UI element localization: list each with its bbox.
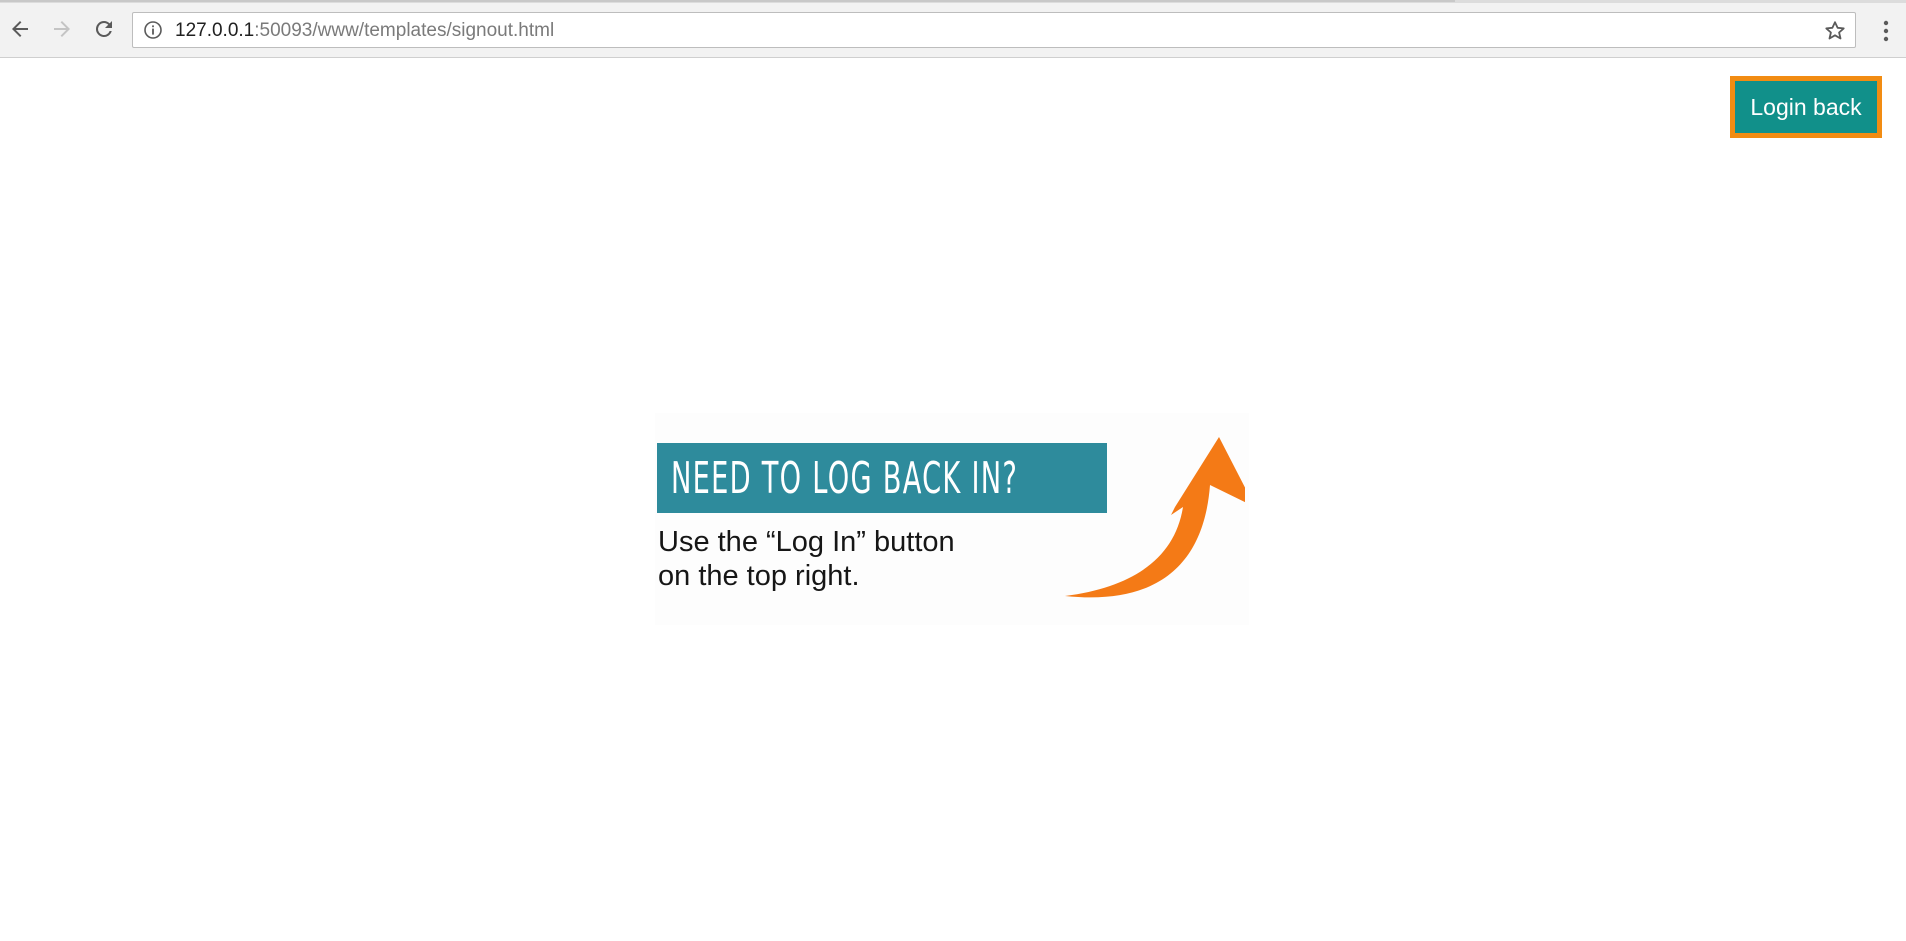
url-host: 127.0.0.1 — [175, 20, 255, 41]
forward-button[interactable] — [46, 13, 78, 45]
back-button[interactable] — [4, 13, 36, 45]
reload-button[interactable] — [88, 13, 120, 45]
menu-icon[interactable] — [1874, 17, 1898, 45]
info-icon[interactable] — [143, 20, 163, 40]
address-bar[interactable]: 127.0.0.1:50093/www/templates/signout.ht… — [132, 12, 1856, 48]
promo-line-1: Use the “Log In” button — [658, 526, 955, 558]
login-promo-image: NEED TO LOG BACK IN? Use the “Log In” bu… — [655, 413, 1249, 625]
promo-banner: NEED TO LOG BACK IN? — [657, 443, 1107, 513]
promo-instructions: Use the “Log In” button on the top right… — [658, 525, 955, 593]
curved-arrow-icon — [1065, 437, 1245, 598]
login-back-button[interactable]: Login back — [1730, 76, 1882, 138]
forward-icon — [54, 21, 70, 37]
url-path: :50093/www/templates/signout.html — [254, 20, 555, 41]
promo-line-2: on the top right. — [658, 560, 860, 592]
browser-toolbar: 127.0.0.1:50093/www/templates/signout.ht… — [0, 3, 1906, 58]
reload-icon — [95, 20, 112, 37]
url-text[interactable]: 127.0.0.1:50093/www/templates/signout.ht… — [175, 21, 554, 41]
page-content: Login back NEED TO LOG BACK IN? Use the … — [0, 58, 1906, 941]
star-icon[interactable] — [1823, 19, 1847, 43]
back-icon — [12, 21, 28, 37]
tab-strip-edge — [0, 0, 1455, 2]
promo-heading: NEED TO LOG BACK IN? — [671, 453, 1019, 504]
